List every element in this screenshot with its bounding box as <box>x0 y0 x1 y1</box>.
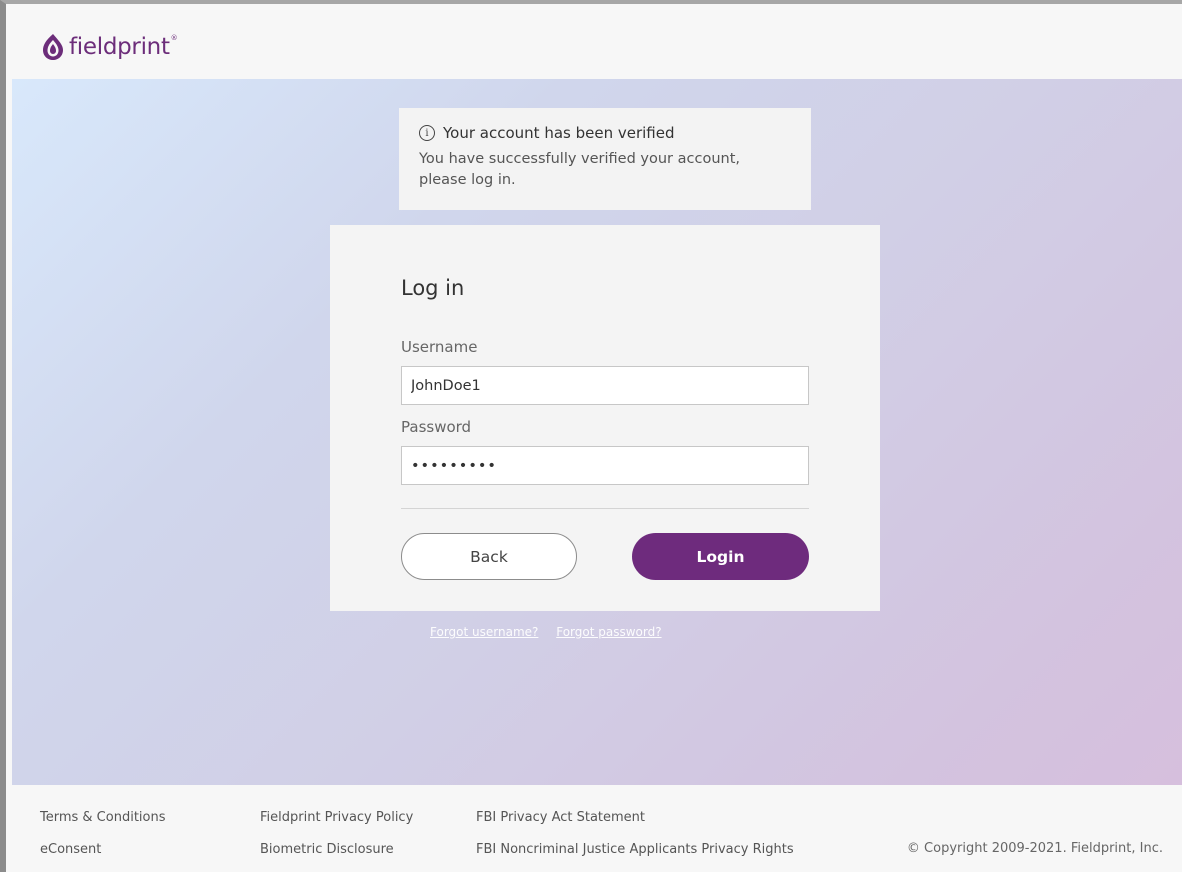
fbi-privacy-act-link[interactable]: FBI Privacy Act Statement <box>476 810 645 825</box>
hero-background: i Your account has been verified You hav… <box>12 79 1182 785</box>
back-button[interactable]: Back <box>401 533 577 580</box>
site-header: fieldprint ® <box>12 8 1182 79</box>
password-input[interactable] <box>401 446 809 485</box>
forgot-username-link[interactable]: Forgot username? <box>430 625 538 639</box>
notice-body: You have successfully verified your acco… <box>419 151 740 188</box>
trademark-mark: ® <box>170 34 178 42</box>
password-label: Password <box>401 418 472 436</box>
notice-title-row: i Your account has been verified <box>419 122 791 144</box>
forgot-password-link[interactable]: Forgot password? <box>556 625 661 639</box>
privacy-policy-link[interactable]: Fieldprint Privacy Policy <box>260 810 413 825</box>
login-button[interactable]: Login <box>632 533 809 580</box>
username-label: Username <box>401 338 478 356</box>
username-input[interactable] <box>401 366 809 405</box>
login-title: Log in <box>401 276 465 300</box>
biometric-disclosure-link[interactable]: Biometric Disclosure <box>260 842 394 857</box>
econsent-link[interactable]: eConsent <box>40 842 101 857</box>
info-icon: i <box>419 125 435 141</box>
browser-frame: fieldprint ® i Your account has been ver… <box>0 0 1182 872</box>
fieldprint-flame-icon <box>43 34 63 60</box>
notice-title: Your account has been verified <box>443 124 675 142</box>
site-footer: Terms & Conditions eConsent Fieldprint P… <box>12 785 1182 872</box>
form-divider <box>401 508 809 509</box>
fieldprint-logo[interactable]: fieldprint ® <box>40 30 178 64</box>
logo-wordmark: fieldprint <box>69 34 170 60</box>
terms-link[interactable]: Terms & Conditions <box>40 810 166 825</box>
copyright-text: © Copyright 2009-2021. Fieldprint, Inc. <box>906 841 1163 856</box>
fbi-privacy-rights-link[interactable]: FBI Noncriminal Justice Applicants Priva… <box>476 842 794 857</box>
login-card: Log in Username Password Back Login <box>330 225 880 611</box>
help-links: Forgot username? Forgot password? <box>430 625 676 639</box>
verification-notice: i Your account has been verified You hav… <box>399 108 811 210</box>
